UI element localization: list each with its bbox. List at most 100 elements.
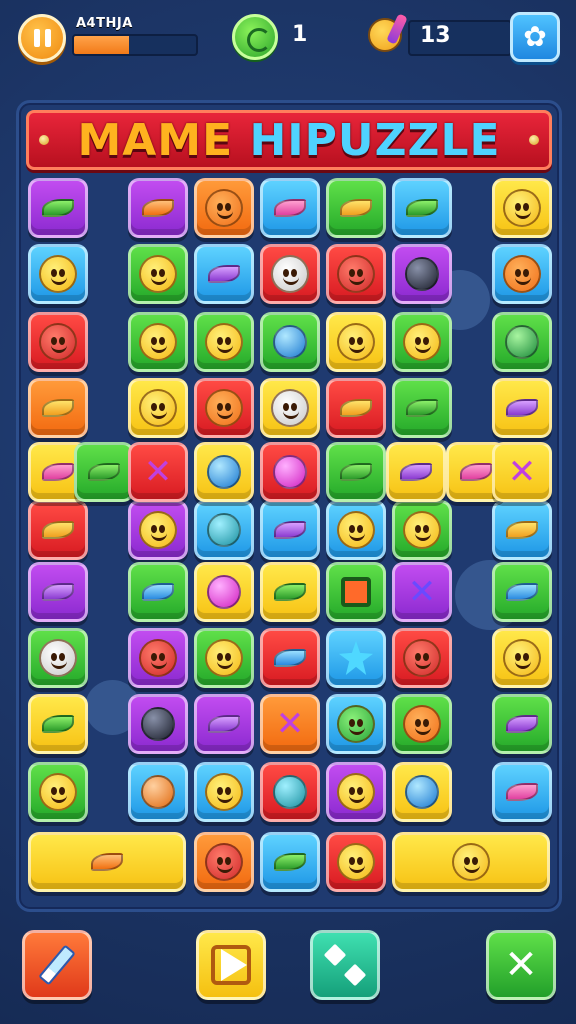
game-tile[interactable] [260,312,320,372]
game-tile[interactable] [392,178,452,238]
game-tile[interactable] [128,500,188,560]
game-tile[interactable] [128,762,188,822]
game-tile[interactable] [194,312,254,372]
face-icon [39,639,77,677]
game-tile[interactable] [194,244,254,304]
game-tile[interactable]: ✕ [392,562,452,622]
game-tile[interactable] [28,378,88,438]
game-tile[interactable] [28,562,88,622]
game-tile[interactable] [326,442,386,502]
game-tile[interactable] [260,178,320,238]
pause-button[interactable] [18,14,66,62]
game-tile[interactable] [326,500,386,560]
game-tile[interactable] [28,694,88,754]
game-tile[interactable] [492,628,552,688]
face-icon [403,323,441,361]
face-icon [139,389,177,427]
game-tile[interactable] [128,378,188,438]
game-tile[interactable] [128,562,188,622]
game-tile[interactable] [260,628,320,688]
game-tile[interactable] [386,442,446,502]
play-icon [221,949,247,981]
game-tile[interactable] [392,244,452,304]
game-tile[interactable] [28,500,88,560]
game-tile[interactable] [74,442,134,502]
play-button[interactable] [196,930,266,1000]
game-tile[interactable] [492,312,552,372]
game-tile[interactable] [260,832,320,892]
game-tile[interactable] [392,500,452,560]
game-tile[interactable] [260,244,320,304]
game-tile[interactable] [128,628,188,688]
face-icon [139,323,177,361]
game-tile[interactable] [492,500,552,560]
game-tile[interactable] [326,762,386,822]
game-tile[interactable] [326,628,386,688]
face-icon [139,255,177,293]
shuffle-button[interactable] [310,930,380,1000]
game-tile[interactable] [28,628,88,688]
game-tile[interactable] [492,378,552,438]
game-tile[interactable] [194,442,254,502]
game-tile[interactable] [194,832,254,892]
game-tile[interactable] [28,244,88,304]
leaf-icon [506,715,538,733]
close-button[interactable]: ✕ [486,930,556,1000]
game-tile[interactable] [326,244,386,304]
game-tile[interactable] [260,500,320,560]
game-tile[interactable] [392,762,452,822]
game-tile[interactable] [260,562,320,622]
game-tile[interactable] [326,378,386,438]
game-tile[interactable] [194,562,254,622]
game-tile[interactable] [194,628,254,688]
settings-button[interactable]: ✿ [510,12,560,62]
orb-icon [273,775,307,809]
game-tile[interactable] [128,178,188,238]
game-tile[interactable] [326,832,386,892]
game-tile[interactable] [260,442,320,502]
face-icon [205,189,243,227]
leaf-icon [406,199,438,217]
game-tile[interactable]: ✕ [492,442,552,502]
game-tile[interactable] [28,178,88,238]
face-icon [139,511,177,549]
game-tile[interactable] [260,378,320,438]
game-tile[interactable] [128,694,188,754]
game-tile[interactable] [260,762,320,822]
face-icon [39,773,77,811]
game-tile[interactable] [194,500,254,560]
game-tile[interactable] [392,312,452,372]
game-tile[interactable] [128,244,188,304]
game-tile[interactable] [28,762,88,822]
game-tile[interactable] [128,312,188,372]
leaf-icon [88,463,120,481]
game-tile[interactable] [492,762,552,822]
game-tile[interactable] [194,178,254,238]
game-tile[interactable]: ✕ [260,694,320,754]
game-tile[interactable] [28,832,186,892]
hint-button[interactable] [22,930,92,1000]
orb-icon [405,775,439,809]
leaf-icon [274,853,306,871]
game-tile[interactable] [194,694,254,754]
game-tile[interactable] [28,312,88,372]
game-tile[interactable] [392,832,550,892]
game-tile[interactable] [326,562,386,622]
game-tile[interactable]: ✕ [128,442,188,502]
game-tile[interactable] [492,178,552,238]
game-tile[interactable] [392,694,452,754]
leaf-icon [460,463,492,481]
game-tile[interactable] [492,694,552,754]
game-tile[interactable] [194,378,254,438]
game-tile[interactable] [326,694,386,754]
game-tile[interactable] [194,762,254,822]
game-tile[interactable] [492,244,552,304]
face-icon [205,323,243,361]
leaf-icon [340,463,372,481]
game-tile[interactable] [392,628,452,688]
progress-fill [74,36,129,54]
game-tile[interactable] [392,378,452,438]
game-tile[interactable] [326,312,386,372]
game-tile[interactable] [492,562,552,622]
game-tile[interactable] [326,178,386,238]
